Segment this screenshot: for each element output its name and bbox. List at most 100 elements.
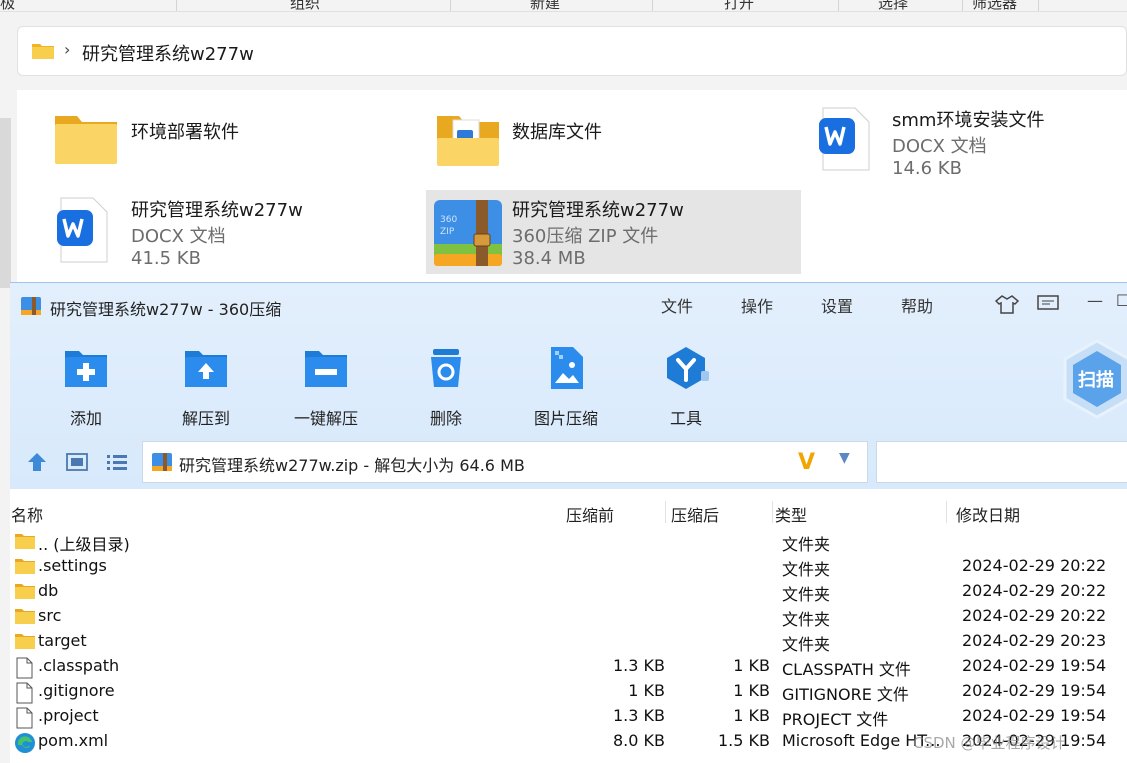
nav-pane-edge <box>0 118 11 288</box>
row-original-size: 8.0 KB <box>613 731 665 750</box>
row-name: .settings <box>38 556 107 575</box>
menu-file[interactable]: 文件 <box>661 293 693 317</box>
row-name: db <box>38 581 59 600</box>
table-row[interactable]: .. (上级目录) 文件夹 <box>10 529 1127 554</box>
scan-shield-icon[interactable]: 扫描 <box>1062 339 1127 419</box>
edge-browser-icon <box>14 732 36 758</box>
row-name: .. (上级目录) <box>38 535 130 554</box>
tile-size: 41.5 KB <box>131 248 201 269</box>
image-compress-button[interactable]: 图片压缩 <box>526 345 606 429</box>
command-new[interactable]: 新建 <box>530 0 560 11</box>
navigation-bar: 研究管理系统w277w.zip - 解包大小为 64.6 MB V ▼ <box>10 439 1127 487</box>
row-compressed-size: 1 KB <box>733 706 770 725</box>
search-input[interactable] <box>876 441 1127 483</box>
row-type: PROJECT 文件 <box>782 710 889 729</box>
file-tile[interactable]: smm环境安装文件 DOCX 文档 14.6 KB <box>815 104 1115 188</box>
row-type: 文件夹 <box>782 535 831 554</box>
delete-button[interactable]: 删除 <box>406 345 486 429</box>
feedback-icon[interactable] <box>1037 295 1059 313</box>
breadcrumb[interactable]: 研究管理系统w277w <box>82 40 254 66</box>
skin-icon[interactable] <box>995 294 1019 314</box>
row-compressed-size: 1 KB <box>733 656 770 675</box>
table-row[interactable]: target 文件夹 2024-02-29 20:23 <box>10 629 1127 654</box>
scan-label: 扫描 <box>1078 369 1114 391</box>
add-button[interactable]: 添加 <box>46 345 126 429</box>
row-type: GITIGNORE 文件 <box>782 685 909 704</box>
row-name: .gitignore <box>38 681 115 700</box>
one-click-extract-label: 一键解压 <box>293 409 358 428</box>
row-type: 文件夹 <box>782 560 831 579</box>
folder-tile[interactable]: 数据库文件 <box>435 110 765 194</box>
maximize-icon[interactable]: ☐ <box>1116 291 1127 310</box>
tile-name: 环境部署软件 <box>131 122 239 143</box>
tile-name: smm环境安装文件 <box>892 110 1045 131</box>
list-view-icon[interactable] <box>106 451 128 473</box>
explorer-command-bar: 极 组织 新建 打开 选择 筛选器 <box>0 0 1127 12</box>
menu-help[interactable]: 帮助 <box>901 293 933 317</box>
recycle-bin-icon <box>431 349 461 387</box>
zip-file-icon <box>152 453 172 471</box>
chevron-right-icon[interactable]: › <box>64 40 70 59</box>
menu-operate[interactable]: 操作 <box>741 293 773 317</box>
file-list: .. (上级目录) 文件夹 .settings 文件夹 2024-02-29 20:22… <box>10 529 1127 754</box>
folder-icon <box>32 44 54 59</box>
row-type: 文件夹 <box>782 610 831 629</box>
tools-button[interactable]: 工具 <box>646 345 726 429</box>
explorer-file-pane: 环境部署软件 数据库文件 smm环境安装文件 DOCX 文档 14.6 KB 研… <box>17 90 1127 290</box>
row-date: 2024-02-29 19:54 <box>962 681 1107 700</box>
extract-to-label: 解压到 <box>181 409 230 428</box>
minimize-icon[interactable]: — <box>1087 291 1103 310</box>
command-select[interactable]: 选择 <box>878 0 908 11</box>
table-row[interactable]: .gitignore 1 KB 1 KB GITIGNORE 文件 2024-02-29… <box>10 679 1127 704</box>
col-type[interactable]: 类型 <box>775 502 807 526</box>
add-icon <box>65 351 107 387</box>
one-click-extract-button[interactable]: 一键解压 <box>286 345 366 429</box>
col-modified-date[interactable]: 修改日期 <box>956 502 1020 526</box>
extract-folder-icon <box>185 351 227 387</box>
col-name[interactable]: 名称 <box>11 502 43 526</box>
table-row[interactable]: db 文件夹 2024-02-29 20:22 <box>10 579 1127 604</box>
up-arrow-icon[interactable] <box>26 451 48 473</box>
table-row[interactable]: .project 1.3 KB 1 KB PROJECT 文件 2024-02-29 1… <box>10 704 1127 729</box>
chevron-down-icon[interactable]: ▼ <box>839 450 850 466</box>
command-organize[interactable]: 组织 <box>290 0 320 11</box>
row-type: CLASSPATH 文件 <box>782 660 911 679</box>
file-tile-selected[interactable]: 360 ZIP 研究管理系统w277w 360压缩 ZIP 文件 38.4 MB <box>426 190 801 274</box>
wps-writer-icon <box>819 107 870 171</box>
folder-icon <box>14 582 36 604</box>
table-row[interactable]: .settings 文件夹 2024-02-29 20:22 <box>10 554 1127 579</box>
table-row[interactable]: .classpath 1.3 KB 1 KB CLASSPATH 文件 2024-02-… <box>10 654 1127 679</box>
zip-window: 研究管理系统w277w - 360压缩 文件 操作 设置 帮助 — ☐ 添加 解… <box>10 282 1127 763</box>
tools-hexagon-icon <box>667 347 709 389</box>
extract-to-button[interactable]: 解压到 <box>166 345 246 429</box>
folder-icon <box>14 607 36 629</box>
folder-icon <box>55 116 117 164</box>
row-date: 2024-02-29 20:23 <box>962 631 1107 650</box>
wps-writer-icon <box>57 197 108 263</box>
col-original-size[interactable]: 压缩前 <box>566 502 614 526</box>
archive-path-text: 研究管理系统w277w.zip - 解包大小为 64.6 MB <box>179 456 525 475</box>
table-row[interactable]: src 文件夹 2024-02-29 20:22 <box>10 604 1127 629</box>
menu-settings[interactable]: 设置 <box>821 293 853 317</box>
v-logo-icon[interactable]: V <box>798 450 815 475</box>
svg-text:360: 360 <box>440 215 457 225</box>
zip-archive-icon: 360 ZIP <box>434 200 502 266</box>
row-compressed-size: 1 KB <box>733 681 770 700</box>
row-original-size: 1.3 KB <box>613 706 665 725</box>
row-date: 2024-02-29 20:22 <box>962 581 1107 600</box>
row-type: 文件夹 <box>782 585 831 604</box>
command-partial-0[interactable]: 极 <box>0 0 15 11</box>
column-header: 名称 压缩前 压缩后 类型 修改日期 <box>10 499 1127 525</box>
command-open[interactable]: 打开 <box>724 0 754 11</box>
col-compressed-size[interactable]: 压缩后 <box>671 502 719 526</box>
row-type: 文件夹 <box>782 635 831 654</box>
folder-icon <box>437 116 499 166</box>
address-bar[interactable]: › 研究管理系统w277w <box>17 26 1127 76</box>
archive-path-field[interactable]: 研究管理系统w277w.zip - 解包大小为 64.6 MB V ▼ <box>142 441 868 483</box>
row-name: pom.xml <box>38 731 109 750</box>
command-filter[interactable]: 筛选器 <box>972 0 1017 11</box>
file-tile[interactable]: 研究管理系统w277w DOCX 文档 41.5 KB <box>53 190 383 274</box>
tile-size: 38.4 MB <box>512 248 586 269</box>
thumbnail-view-icon[interactable] <box>66 451 88 473</box>
folder-tile[interactable]: 环境部署软件 <box>53 110 383 194</box>
